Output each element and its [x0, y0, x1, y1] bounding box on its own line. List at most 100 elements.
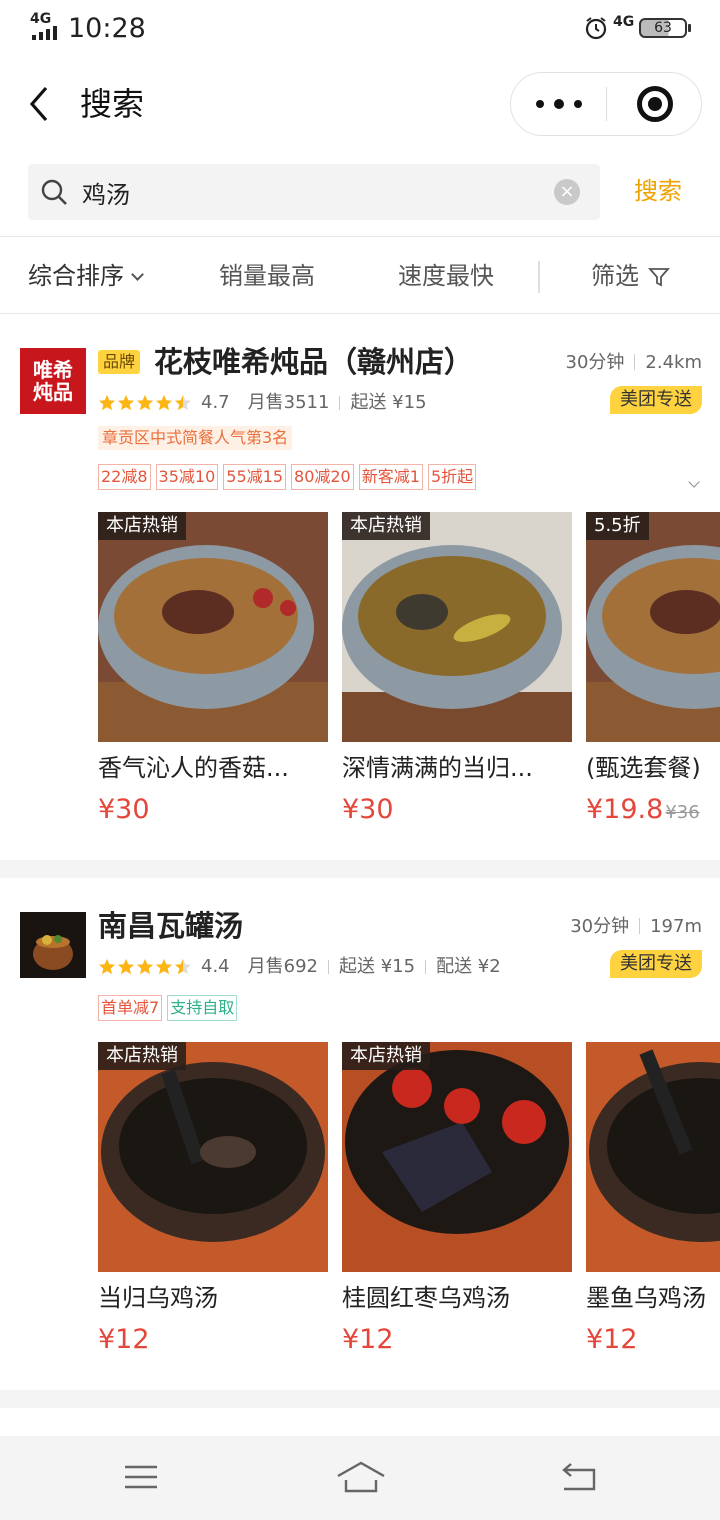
home-icon[interactable] [336, 1460, 386, 1494]
rank-tag: 章贡区中式简餐人气第3名 [98, 426, 293, 450]
promo-tag: 新客减1 [358, 464, 423, 490]
meituan-delivery-badge: 美团专送 [610, 950, 702, 978]
dish-name: 香气沁人的香菇... [98, 754, 289, 782]
dish-tag: 5.5折 [586, 512, 649, 540]
dish-price: ¥30 [98, 794, 150, 825]
store-card[interactable]: 唯希 炖品 品牌 花枝唯希炖品（赣州店） 30分钟 2.4km 美团专送 4.7 … [0, 314, 720, 860]
sort-by-speed[interactable]: 速度最快 [398, 259, 494, 293]
alarm-icon [585, 17, 607, 40]
more-icon[interactable] [511, 73, 607, 135]
delivery-time: 30分钟 [570, 916, 630, 937]
dish-image [342, 512, 572, 742]
dish-tag: 本店热销 [98, 1042, 186, 1070]
dish-price: ¥12 [586, 1324, 638, 1355]
distance: 2.4km [645, 352, 702, 373]
store-name-row: 南昌瓦罐汤 [98, 906, 243, 946]
star-rating [98, 958, 193, 976]
store-logo: 唯希 炖品 [20, 348, 86, 414]
dish-image [586, 1042, 720, 1272]
star-icon [98, 958, 116, 975]
promo-tag: 35减10 [155, 464, 219, 490]
store-card[interactable]: 南昌瓦罐汤 30分钟 197m 美团专送 4.4 月售692 起送 ¥15 配送 … [0, 878, 720, 1390]
dish-tag: 本店热销 [342, 1042, 430, 1070]
meituan-delivery-badge: 美团专送 [610, 386, 702, 414]
dish-image [98, 1042, 328, 1272]
chevron-down-icon[interactable] [688, 476, 700, 488]
search-input[interactable] [82, 172, 542, 212]
close-miniprogram-icon[interactable] [637, 86, 673, 122]
back-icon[interactable] [560, 1462, 598, 1492]
monthly-sales: 月售3511 [247, 392, 330, 413]
dish-price: ¥19.8 ¥36 [586, 794, 700, 829]
dish-name: 桂圆红枣乌鸡汤 [342, 1284, 510, 1312]
dish-price: ¥12 [98, 1324, 150, 1355]
status-bar: 4G 10:28 4G 63 [0, 0, 720, 58]
sort-by-sales[interactable]: 销量最高 [219, 259, 315, 293]
dish-image [586, 512, 720, 742]
sort-dropdown[interactable]: 综合排序 [28, 259, 144, 293]
dish-price: ¥30 [342, 794, 394, 825]
store-name: 南昌瓦罐汤 [98, 909, 244, 943]
star-icon [155, 958, 173, 975]
store-delivery-meta: 30分钟 2.4km [566, 350, 703, 376]
dish-image [342, 1042, 572, 1272]
system-nav-bar [0, 1436, 720, 1520]
search-box: × [28, 164, 600, 220]
promo-tag: 22减8 [98, 464, 151, 490]
half-star-icon [174, 394, 192, 411]
dish-image [98, 512, 328, 742]
rating-row: 4.4 月售692 起送 ¥15 配送 ¥2 [98, 955, 501, 979]
delivery-fee: 配送 ¥2 [436, 956, 501, 977]
search-icon [41, 179, 67, 205]
dish-name: 墨鱼乌鸡汤 [586, 1284, 706, 1312]
network-type: 4G [30, 11, 52, 27]
filter-button[interactable]: 筛选 [591, 259, 639, 293]
promo-tag: 5折起 [427, 464, 477, 490]
mini-program-capsule [510, 72, 702, 136]
monthly-sales: 月售692 [247, 956, 318, 977]
section-gap [0, 860, 720, 878]
star-icon [117, 958, 135, 975]
dish-name: (甄选套餐) [586, 754, 701, 782]
menu-icon[interactable] [124, 1464, 158, 1490]
distance: 197m [650, 916, 702, 937]
dish-price: ¥12 [342, 1324, 394, 1355]
star-icon [155, 394, 173, 411]
dish-original-price: ¥36 [665, 802, 700, 823]
min-order: 起送 ¥15 [339, 956, 416, 977]
min-order: 起送 ¥15 [350, 392, 427, 413]
dish-carousel[interactable]: 本店热销 香气沁人的香菇... ¥30 本店热销 深情满满的当归... ¥30 [98, 512, 720, 832]
star-icon [136, 958, 154, 975]
clear-icon[interactable]: × [554, 179, 580, 205]
store-name: 花枝唯希炖品（赣州店） [154, 345, 474, 379]
promo-row: 22减8 35减10 55减15 80减20 新客减1 5折起 [98, 464, 481, 490]
delivery-time: 30分钟 [565, 352, 625, 373]
store-logo [20, 912, 86, 978]
dish-carousel[interactable]: 本店热销 当归乌鸡汤 ¥12 本店热销 桂圆红枣乌鸡汤 ¥12 墨鱼乌鸡汤 ¥1… [98, 1042, 720, 1362]
promo-tag: 80减20 [291, 464, 354, 490]
brand-tag: 品牌 [98, 350, 141, 374]
dish-tag: 本店热销 [342, 512, 430, 540]
page-title: 搜索 [80, 85, 145, 123]
section-gap [0, 1390, 720, 1408]
dish-tag: 本店热销 [98, 512, 186, 540]
rating-value: 4.4 [201, 956, 230, 977]
sort-label: 综合排序 [28, 262, 124, 290]
store-name-row: 品牌 花枝唯希炖品（赣州店） [98, 342, 473, 382]
battery-icon: 63 [639, 18, 691, 38]
capsule-divider [606, 87, 607, 121]
search-button[interactable]: 搜索 [634, 172, 682, 210]
back-arrow-icon[interactable] [24, 82, 58, 126]
dish-sale-price: ¥19.8 [586, 794, 664, 825]
dish-name: 当归乌鸡汤 [98, 1284, 218, 1312]
svg-text:唯希: 唯希 [33, 358, 73, 382]
promo-row: 首单减7 支持自取 [98, 995, 242, 1021]
filter-divider [538, 261, 540, 293]
promo-tag: 55减15 [223, 464, 287, 490]
nav-bar: 搜索 [0, 58, 720, 152]
star-rating [98, 394, 193, 412]
half-star-icon [174, 958, 192, 975]
rating-row: 4.7 月售3511 起送 ¥15 [98, 391, 427, 415]
star-icon [98, 394, 116, 411]
filter-bar: 综合排序 销量最高 速度最快 筛选 [0, 236, 720, 314]
